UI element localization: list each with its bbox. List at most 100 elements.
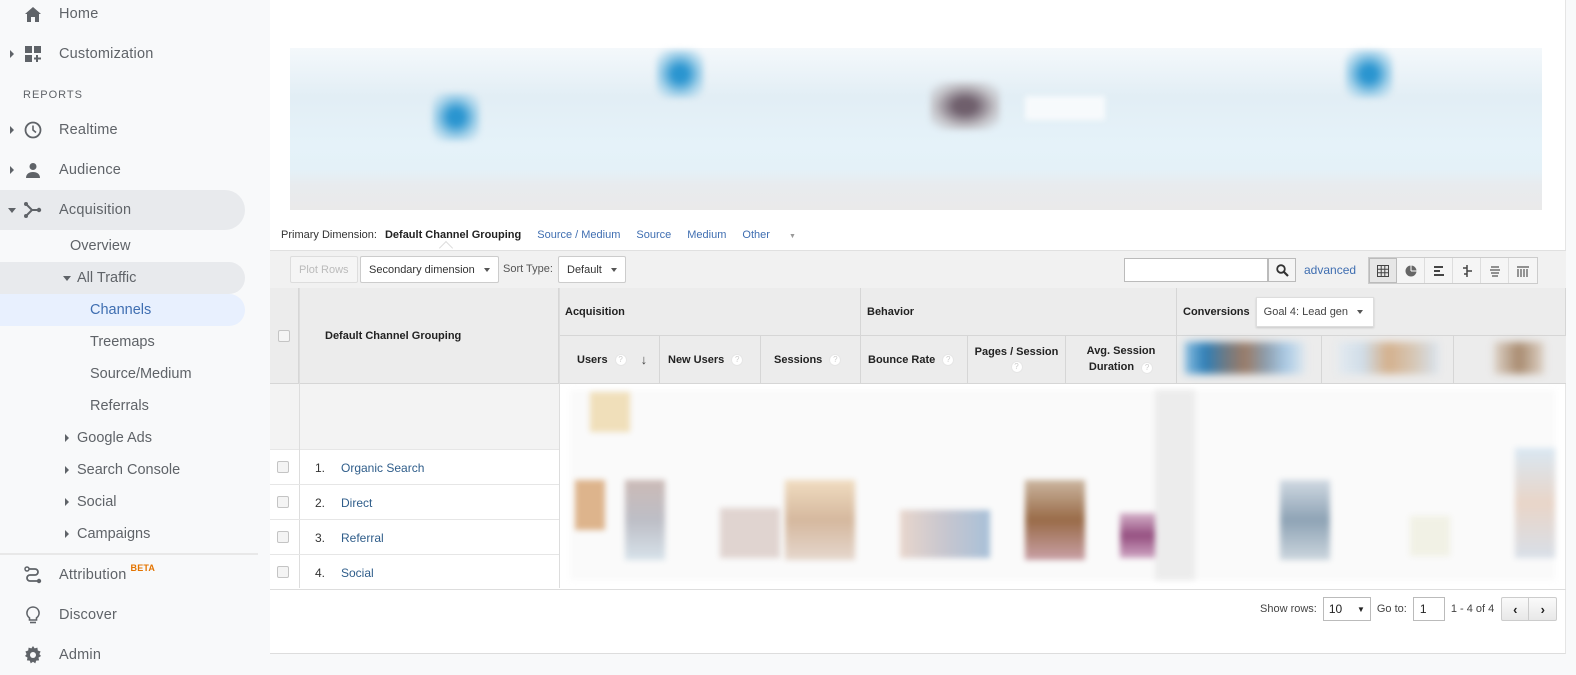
goal-select[interactable]: Goal 4: Lead gen [1255,296,1375,327]
nav-overview[interactable]: Overview [70,230,130,262]
grid-icon [1377,264,1389,277]
select-all-checkbox[interactable] [278,329,290,342]
table-row: 2. Direct [270,485,559,520]
dimension-source[interactable]: Source [636,229,671,241]
expand-caret-icon [65,498,69,506]
goto-label: Go to: [1376,603,1407,615]
comparison-icon [1462,264,1472,277]
view-switcher [1368,257,1538,284]
over-time-chart-redacted [290,48,1542,210]
nav-source-medium[interactable]: Source/Medium [90,358,192,390]
nav-campaigns[interactable]: Campaigns [65,518,150,550]
beta-badge: BETA [130,563,156,573]
person-icon [24,161,42,179]
dimension-other[interactable]: Other ▼ [742,229,812,241]
col-conversion-1-redacted[interactable] [1177,336,1322,384]
channel-link[interactable]: Social [341,566,374,580]
expand-caret-icon [10,50,14,58]
help-icon[interactable]: ? [1010,361,1023,373]
help-icon[interactable]: ? [1141,362,1154,374]
chart-label-redacted [1025,96,1105,120]
row-checkbox[interactable] [277,531,289,543]
channel-link[interactable]: Direct [341,496,372,510]
columns-icon [1517,265,1529,277]
nav-referrals[interactable]: Referrals [90,390,149,422]
expand-caret-icon [65,466,69,474]
search-icon [1275,263,1289,277]
nav-all-traffic[interactable]: All Traffic [63,262,136,294]
table-toolbar: Plot Rows Secondary dimension Sort Type:… [270,250,1566,288]
col-pages-session[interactable]: Pages / Session? [968,336,1066,384]
help-icon[interactable]: ? [829,353,842,366]
gear-icon [24,646,42,664]
pie-view-button[interactable] [1397,258,1425,283]
primary-dimension-label: Primary Dimension: [281,229,377,241]
pager: ‹ › [1501,597,1558,621]
secondary-dimension-select[interactable]: Secondary dimension [360,256,499,283]
nav-social[interactable]: Social [65,486,117,518]
range-label: 1 - 4 of 4 [1450,603,1495,615]
column-divider [559,288,560,588]
redacted-column [1155,390,1195,580]
redacted-header [1338,342,1438,374]
help-icon[interactable]: ? [731,353,744,366]
channel-link[interactable]: Referral [341,531,384,545]
col-users[interactable]: Users? ↓ [559,336,660,384]
advanced-filter-link[interactable]: advanced [1304,263,1356,277]
nav-treemaps[interactable]: Treemaps [90,326,155,358]
nav-search-console[interactable]: Search Console [65,454,180,486]
prev-page-button[interactable]: ‹ [1502,598,1530,620]
clock-icon [24,121,42,139]
row-checkbox[interactable] [277,496,289,508]
reports-header: REPORTS [23,89,83,101]
row-checkbox[interactable] [277,566,289,578]
help-icon[interactable]: ? [942,353,955,366]
sidebar: Home Customization REPORTS Realtime Audi… [0,0,270,674]
home-icon [24,5,42,23]
show-rows-select[interactable]: 10 ▼ [1322,597,1371,621]
col-avg-session-duration[interactable]: Avg. Session Duration? [1066,336,1177,384]
select-all-cell [270,288,299,384]
table-search-input[interactable] [1124,258,1268,282]
performance-view-button[interactable] [1425,258,1453,283]
col-sessions[interactable]: Sessions? [761,336,861,384]
table-row: 4. Social [270,555,1566,590]
term-cloud-view-button[interactable] [1481,258,1509,283]
help-icon[interactable]: ? [614,353,627,366]
dimension-medium[interactable]: Medium [687,229,726,241]
table-view-button[interactable] [1369,258,1397,283]
pivot-icon [1489,265,1500,277]
lightbulb-icon [24,606,42,624]
redacted-value [900,510,990,558]
col-conversion-3-redacted[interactable] [1454,336,1566,384]
expand-caret-icon [65,530,69,538]
acquisition-icon [24,201,42,219]
chevron-down-icon [483,267,490,272]
col-conversion-2-redacted[interactable] [1322,336,1454,384]
pivot-view-button[interactable] [1509,258,1537,283]
redacted-value [1025,480,1085,560]
redacted-value [575,480,605,530]
col-bounce-rate[interactable]: Bounce Rate? [861,336,968,384]
search-button[interactable] [1268,258,1296,282]
col-new-users[interactable]: New Users? [660,336,761,384]
comparison-view-button[interactable] [1453,258,1481,283]
pagination: Show rows: 10 ▼ Go to: 1 1 - 4 of 4 ‹ › [1260,597,1558,621]
group-acquisition: Acquisition [559,288,861,336]
nav-channels[interactable]: Channels [90,294,151,326]
chevron-down-icon: ▼ [788,233,796,240]
plot-rows-button[interactable]: Plot Rows [290,256,358,283]
row-checkbox[interactable] [277,461,289,473]
chart-point-redacted [432,93,480,141]
redacted-value [1515,448,1555,558]
expand-caret-icon [65,434,69,442]
nav-google-ads[interactable]: Google Ads [65,422,152,454]
dimension-header[interactable]: Default Channel Grouping [299,288,559,384]
channel-link[interactable]: Organic Search [341,461,424,475]
dimension-source-medium[interactable]: Source / Medium [537,229,620,241]
goto-input[interactable]: 1 [1412,597,1445,621]
redacted-value [720,508,780,558]
next-page-button[interactable]: › [1529,598,1556,620]
group-behavior: Behavior [861,288,1177,336]
sort-type-select[interactable]: Default [558,256,626,283]
